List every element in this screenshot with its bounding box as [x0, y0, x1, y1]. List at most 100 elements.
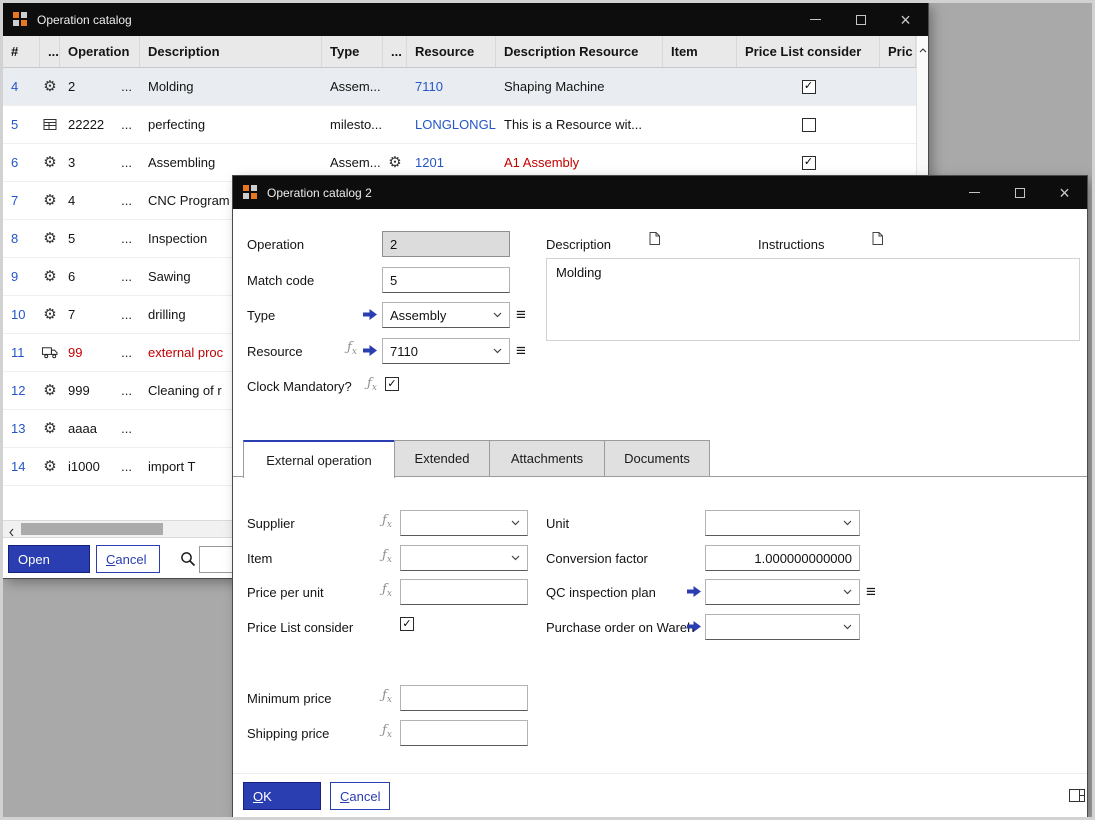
operation-type-icon-cell: ⚙ [40, 220, 60, 257]
operation-field [382, 231, 510, 257]
scroll-left-icon[interactable] [9, 525, 14, 540]
column-header[interactable]: Item [663, 36, 737, 67]
price-list-consider-checkbox[interactable] [802, 118, 816, 132]
formula-icon[interactable]: ƒx [382, 688, 392, 705]
price-list-consider-checkbox[interactable]: ✓ [802, 156, 816, 170]
formula-icon[interactable]: ƒx [382, 513, 392, 530]
price-list-consider-checkbox[interactable]: ✓ [802, 80, 816, 94]
resource-dropdown[interactable]: 7110 [382, 338, 510, 364]
formula-icon[interactable]: ƒx [382, 723, 392, 740]
column-header[interactable]: Pric [880, 36, 916, 67]
catalog-cancel-button[interactable]: Cancel [96, 545, 160, 573]
clock-mandatory-label: Clock Mandatory? [247, 379, 352, 394]
table-row[interactable]: 4⚙2...MoldingAssem...7110Shaping Machine… [3, 68, 916, 106]
resource-link[interactable]: 1201 [415, 155, 444, 170]
price-per-unit-field[interactable] [400, 579, 528, 605]
formula-icon[interactable]: ƒx [382, 582, 392, 599]
row-number-cell: 13 [3, 410, 40, 447]
goto-arrow-icon[interactable] [687, 585, 701, 600]
column-header[interactable]: ... [40, 36, 60, 67]
tab-external-operation[interactable]: External operation [243, 440, 395, 478]
tab-label: External operation [266, 453, 372, 468]
description-textarea[interactable]: Molding [546, 258, 1080, 341]
catalog-minimize-button[interactable] [793, 3, 838, 36]
row-number-cell: 14 [3, 448, 40, 485]
operation-more-button[interactable]: ... [121, 459, 132, 474]
clock-mandatory-checkbox[interactable]: ✓ [385, 377, 399, 391]
catalog-close-button[interactable]: × [883, 3, 928, 36]
catalog-titlebar[interactable]: Operation catalog × [3, 3, 928, 36]
form-layout-icon[interactable] [1069, 789, 1085, 805]
operation-more-button[interactable]: ... [121, 117, 132, 132]
supplier-dropdown[interactable] [400, 510, 528, 536]
gear-icon: ⚙ [43, 269, 56, 284]
resource-description-cell: This is a Resource wit... [496, 106, 663, 143]
column-header[interactable]: Type [322, 36, 383, 67]
table-row[interactable]: 522222...perfectingmilesto...LONGLONGLOT… [3, 106, 916, 144]
formula-icon[interactable]: ƒx [382, 548, 392, 565]
resource-list-button[interactable]: ≡ [516, 342, 526, 359]
open-button[interactable]: Open [8, 545, 90, 573]
formula-icon[interactable]: ƒx [367, 376, 377, 393]
type-dropdown[interactable]: Assembly [382, 302, 510, 328]
dialog-titlebar[interactable]: Operation catalog 2 × [233, 176, 1087, 209]
footer-divider [233, 773, 1087, 774]
scroll-up-icon[interactable] [919, 41, 927, 56]
operation-more-button[interactable]: ... [121, 79, 132, 94]
operation-more-button[interactable]: ... [121, 307, 132, 322]
resource-label: Resource [247, 344, 303, 359]
goto-arrow-icon[interactable] [363, 344, 377, 359]
resource-link[interactable]: 7110 [415, 79, 443, 94]
tab-attachments[interactable]: Attachments [489, 440, 605, 477]
qc-list-button[interactable]: ≡ [866, 583, 876, 600]
operation-more-button[interactable]: ... [121, 231, 132, 246]
qc-inspection-plan-dropdown[interactable] [705, 579, 860, 605]
goto-arrow-icon[interactable] [687, 620, 701, 635]
document-icon[interactable] [872, 232, 883, 248]
column-header[interactable]: Description [140, 36, 322, 67]
formula-icon[interactable]: ƒx [347, 340, 357, 357]
dialog-minimize-button[interactable] [952, 176, 997, 209]
operation-label: Operation [247, 237, 304, 252]
dialog-cancel-button[interactable]: Cancel [330, 782, 390, 810]
column-header[interactable]: Operation [60, 36, 140, 67]
chevron-down-icon [511, 555, 520, 561]
item-dropdown[interactable] [400, 545, 528, 571]
purchase-order-dropdown[interactable] [705, 614, 860, 640]
tab-extended[interactable]: Extended [394, 440, 490, 477]
price-list-consider-checkbox[interactable]: ✓ [400, 617, 414, 631]
goto-arrow-icon[interactable] [363, 308, 377, 323]
grid-icon [43, 118, 57, 131]
operation-cell: 6... [60, 258, 140, 295]
column-header[interactable]: Price List consider [737, 36, 880, 67]
catalog-maximize-button[interactable] [838, 3, 883, 36]
column-header[interactable]: Resource [407, 36, 496, 67]
close-icon: × [1059, 184, 1070, 202]
ok-button[interactable]: OK [243, 782, 321, 810]
minimize-icon [810, 19, 821, 20]
tab-documents[interactable]: Documents [604, 440, 710, 477]
shipping-price-field[interactable] [400, 720, 528, 746]
resource-link[interactable]: LONGLONGLO [415, 117, 496, 132]
operation-more-button[interactable]: ... [121, 193, 132, 208]
type-list-button[interactable]: ≡ [516, 306, 526, 323]
document-icon[interactable] [649, 232, 660, 248]
resource-icon-cell [383, 68, 407, 105]
operation-more-button[interactable]: ... [121, 155, 132, 170]
dialog-close-button[interactable]: × [1042, 176, 1087, 209]
operation-more-button[interactable]: ... [121, 269, 132, 284]
dialog-maximize-button[interactable] [997, 176, 1042, 209]
conversion-factor-field[interactable] [705, 545, 860, 571]
match-code-field[interactable] [382, 267, 510, 293]
operation-more-button[interactable]: ... [121, 421, 132, 436]
operation-more-button[interactable]: ... [121, 345, 132, 360]
minimize-icon [969, 192, 980, 193]
unit-dropdown[interactable] [705, 510, 860, 536]
description-cell: perfecting [140, 106, 322, 143]
column-header[interactable]: Description Resource [496, 36, 663, 67]
minimum-price-field[interactable] [400, 685, 528, 711]
scroll-thumb[interactable] [21, 523, 163, 535]
column-header[interactable]: # [3, 36, 40, 67]
operation-more-button[interactable]: ... [121, 383, 132, 398]
column-header[interactable]: ... [383, 36, 407, 67]
